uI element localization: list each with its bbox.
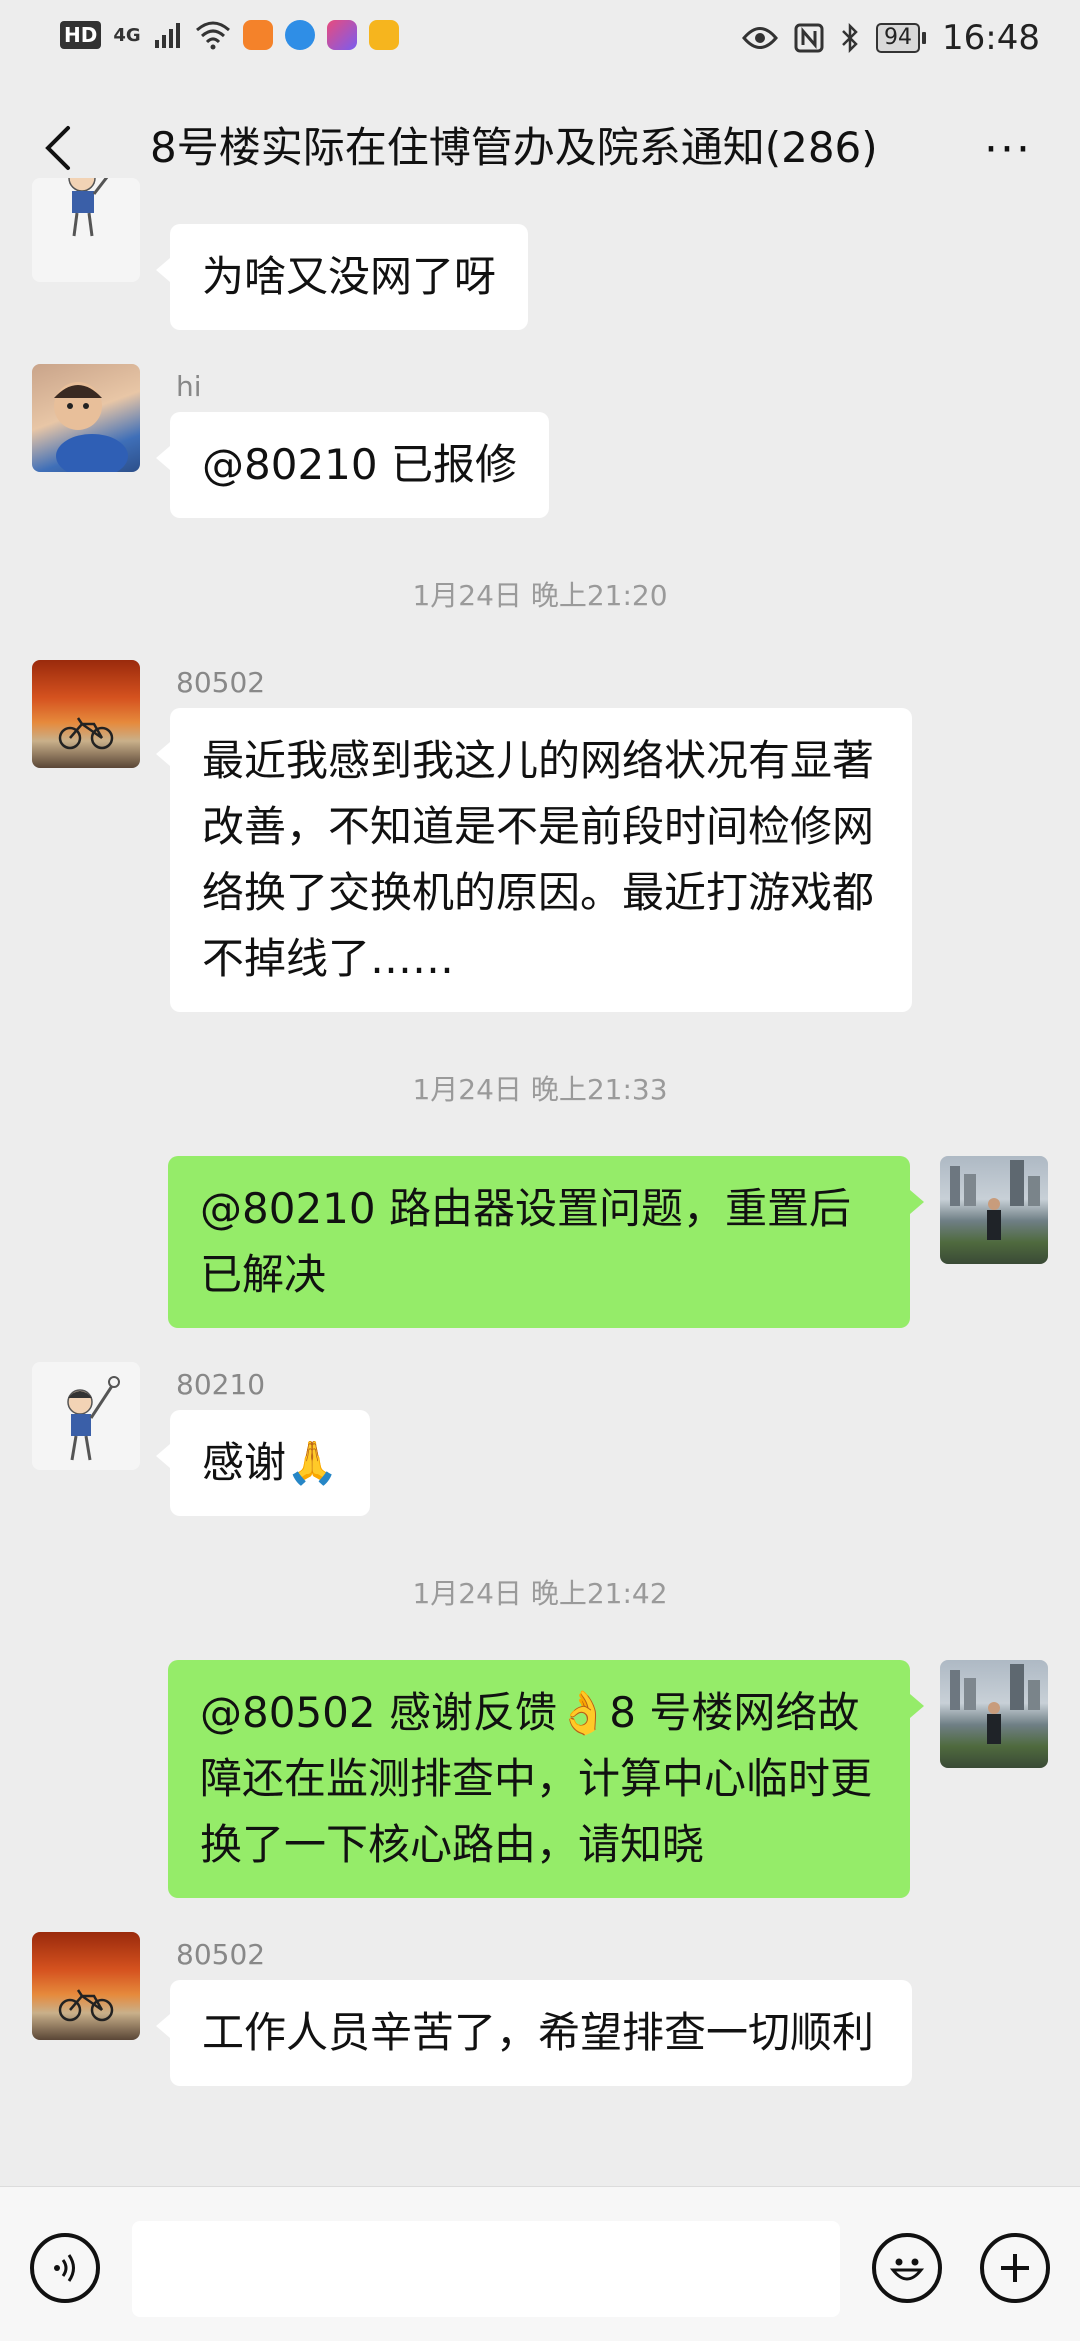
app-notification-icon xyxy=(326,20,357,50)
my-avatar[interactable] xyxy=(940,1660,1048,1768)
input-bar xyxy=(0,2186,1080,2341)
message-bubble[interactable]: 感谢🙏 xyxy=(155,1410,371,1516)
message-text: 最近我感到我这儿的网络状况有显著改善，不知道是不是前段时间检修网络换了交换机的原… xyxy=(202,736,875,983)
app-notification-icon xyxy=(368,20,399,50)
sender-name: 80502 xyxy=(176,666,266,699)
back-arrow-icon[interactable] xyxy=(34,120,90,176)
emoji-icon[interactable] xyxy=(872,2233,942,2303)
avatar[interactable] xyxy=(32,364,140,472)
signal-icon xyxy=(154,23,180,48)
battery-icon: 94 xyxy=(876,23,927,53)
plus-icon[interactable] xyxy=(980,2233,1050,2303)
message-bubble[interactable]: @80210 已报修 xyxy=(156,412,549,518)
timestamp: 1月24日 晚上21:20 xyxy=(412,579,668,612)
more-icon[interactable]: ··· xyxy=(984,124,1032,175)
message-bubble[interactable]: 为啥又没网了呀 xyxy=(155,224,529,330)
avatar[interactable] xyxy=(32,660,140,768)
message-input[interactable] xyxy=(132,2221,840,2317)
message-text: 工作人员辛苦了，希望排查一切顺利 xyxy=(202,2008,875,2057)
clock: 16:48 xyxy=(942,18,1040,58)
app-notification-icon xyxy=(242,20,273,50)
wifi-icon xyxy=(195,21,230,50)
voice-icon[interactable] xyxy=(30,2233,100,2303)
message-bubble[interactable]: @80502 感谢反馈👌8 号楼网络故障还在监测排查中，计算中心临时更换了一下核… xyxy=(168,1660,924,1898)
sender-name: 80502 xyxy=(176,1938,266,1971)
status-bar: HD 4G 94 16:48 xyxy=(0,0,1080,84)
timestamp: 1月24日 晚上21:33 xyxy=(412,1073,668,1106)
avatar[interactable] xyxy=(32,178,140,282)
timestamp: 1月24日 晚上21:42 xyxy=(412,1577,668,1610)
message-text: 感谢🙏 xyxy=(202,1438,339,1487)
avatar[interactable] xyxy=(32,1362,140,1470)
bluetooth-icon xyxy=(842,23,858,53)
sender-name: 80210 xyxy=(176,1368,266,1401)
message-text: @80210 已报修 xyxy=(202,440,517,489)
avatar[interactable] xyxy=(32,1932,140,2040)
message-text: @80210 路由器设置问题，重置后已解决 xyxy=(200,1184,851,1299)
sender-name: hi xyxy=(176,370,202,403)
chat-title: 8号楼实际在住博管办及院系通知(286) xyxy=(150,123,878,172)
message-text: @80502 感谢反馈👌8 号楼网络故障还在监测排查中，计算中心临时更换了一下核… xyxy=(200,1688,873,1869)
hd-indicator: HD xyxy=(60,21,102,49)
message-text: 为啥又没网了呀 xyxy=(202,252,497,301)
eye-icon xyxy=(742,27,778,49)
network-type: 4G xyxy=(113,24,141,46)
message-bubble[interactable]: 工作人员辛苦了，希望排查一切顺利 xyxy=(156,1980,912,2086)
app-notification-icon xyxy=(284,20,315,50)
nfc-icon xyxy=(794,23,824,53)
message-bubble[interactable]: 最近我感到我这儿的网络状况有显著改善，不知道是不是前段时间检修网络换了交换机的原… xyxy=(156,708,912,1012)
battery-level: 94 xyxy=(876,23,921,53)
message-bubble[interactable]: @80210 路由器设置问题，重置后已解决 xyxy=(168,1156,924,1328)
my-avatar[interactable] xyxy=(940,1156,1048,1264)
chat-header: 8号楼实际在住博管办及院系通知(286) ··· xyxy=(0,96,1080,200)
